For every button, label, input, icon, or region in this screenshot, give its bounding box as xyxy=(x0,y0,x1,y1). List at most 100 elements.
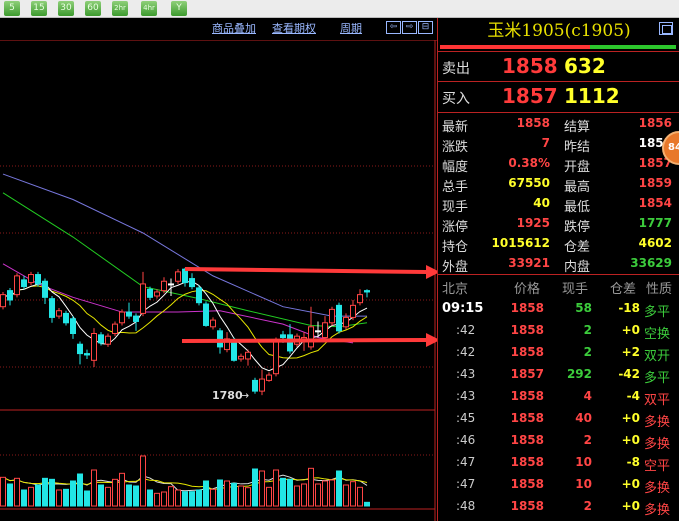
stat-label: 涨跌 xyxy=(442,140,469,155)
ask-label: 卖出 xyxy=(442,61,470,77)
stat-value: 1925 xyxy=(516,216,550,230)
candle-body xyxy=(238,355,244,360)
volume-bar xyxy=(231,482,237,507)
tick-price: 1858 xyxy=(510,433,544,447)
period-5-button[interactable]: 5 xyxy=(4,1,20,16)
candle-body xyxy=(119,311,125,324)
stat-label: 涨停 xyxy=(442,220,469,235)
period-30-button[interactable]: 30 xyxy=(58,1,74,16)
candle-body xyxy=(245,351,251,360)
tick-type: 多平 xyxy=(644,371,671,386)
tick-volume: 40 xyxy=(575,411,592,425)
volume-bar xyxy=(105,486,111,507)
tick-price: 1858 xyxy=(510,323,544,337)
volume-bar xyxy=(70,480,76,507)
tick-type: 多换 xyxy=(644,415,671,430)
candle-body xyxy=(98,334,104,344)
period-link[interactable]: 周期 xyxy=(340,20,362,36)
volume-bar xyxy=(273,469,279,507)
stat-value: 0.38% xyxy=(508,156,550,170)
stat-label: 外盘 xyxy=(442,260,469,275)
candle-body xyxy=(231,339,237,361)
candle-body xyxy=(259,378,265,392)
tick-price: 1858 xyxy=(510,499,544,513)
candle-body xyxy=(336,304,342,332)
tick-oi-change: +2 xyxy=(621,345,640,359)
candle-body xyxy=(287,334,293,352)
tick-row: :42 1858 2 +0 空换 xyxy=(438,320,679,342)
stat-row: 总手 67550 最高 1859 xyxy=(438,176,679,196)
stat-row: 外盘 33921 内盘 33629 xyxy=(438,256,679,276)
stat-label: 最低 xyxy=(564,200,591,215)
volume-bar xyxy=(287,478,293,507)
candle-body xyxy=(196,287,202,304)
volume-bar xyxy=(280,477,286,507)
stat-label: 最高 xyxy=(564,180,591,195)
stat-value: 1854 xyxy=(638,196,672,210)
volume-bar xyxy=(322,480,328,507)
volume-bar xyxy=(196,489,202,507)
tick-oi-change: +0 xyxy=(621,499,640,513)
header-oi-change: 仓差 xyxy=(610,282,637,297)
header-price: 价格 xyxy=(514,282,541,297)
stat-row: 幅度 0.38% 开盘 1857 xyxy=(438,156,679,176)
tick-volume: 292 xyxy=(566,367,592,381)
volume-bar xyxy=(315,483,321,507)
volume-bar xyxy=(0,476,6,507)
period-15-button[interactable]: 15 xyxy=(31,1,47,16)
candle-body xyxy=(161,280,167,292)
tick-price: 1857 xyxy=(510,367,544,381)
bid-price: 1857 xyxy=(502,84,558,108)
tick-time: :46 xyxy=(456,433,476,447)
volume-bar xyxy=(210,488,216,507)
volume-bar xyxy=(189,491,195,507)
volume-bar xyxy=(63,488,69,507)
volume-bar xyxy=(357,486,363,507)
overlay-link[interactable]: 商品叠加 xyxy=(212,20,256,36)
tick-time: :48 xyxy=(456,499,476,513)
tick-price: 1858 xyxy=(510,389,544,403)
maximize-icon[interactable] xyxy=(659,22,673,35)
stats-table: 最新 1858 结算 1856 涨跌 7 昨结 1851 幅度 0.38% 开盘 1… xyxy=(438,112,679,276)
candle-body xyxy=(28,274,34,284)
tick-time: :42 xyxy=(456,345,476,359)
tick-time: :47 xyxy=(456,477,476,491)
period-4hr-button[interactable]: 4hr xyxy=(141,1,157,16)
stat-value: 1777 xyxy=(638,216,672,230)
candle-body xyxy=(70,318,76,335)
tick-volume: 2 xyxy=(583,499,592,513)
period-60-button[interactable]: 60 xyxy=(85,1,101,16)
candle-body xyxy=(56,310,62,317)
volume-bar xyxy=(266,486,272,507)
tick-volume: 58 xyxy=(575,301,592,315)
candle-body xyxy=(203,303,209,326)
tick-row: :43 1857 292 -42 多平 xyxy=(438,364,679,386)
bid-volume: 1112 xyxy=(564,84,620,108)
stat-value: 40 xyxy=(533,196,550,210)
tick-volume: 2 xyxy=(583,323,592,337)
volume-bar xyxy=(301,483,307,507)
ask-price: 1858 xyxy=(502,54,558,78)
tick-oi-change: +0 xyxy=(621,477,640,491)
tick-row: :45 1858 40 +0 多换 xyxy=(438,408,679,430)
period-toolbar: 5 15 30 60 2hr 4hr Y xyxy=(0,0,679,18)
layout-toggle-icon[interactable]: ⊟ xyxy=(418,21,433,34)
tick-oi-change: +0 xyxy=(621,323,640,337)
volume-bar xyxy=(77,473,83,507)
arrow-left-icon[interactable]: ⇦ xyxy=(386,21,401,34)
period-y-button[interactable]: Y xyxy=(171,1,187,16)
candle-body xyxy=(252,379,258,392)
kline-chart[interactable]: 1780 → xyxy=(0,40,437,521)
tick-header: 北京 价格 现手 仓差 性质 xyxy=(438,274,679,297)
tick-type: 多换 xyxy=(644,481,671,496)
options-link[interactable]: 查看期权 xyxy=(272,20,316,36)
volume-bar xyxy=(154,492,160,507)
volume-bar xyxy=(21,489,27,507)
volume-bar xyxy=(329,479,335,507)
tick-volume: 4 xyxy=(583,389,592,403)
period-2hr-button[interactable]: 2hr xyxy=(112,1,128,16)
stat-value: 33921 xyxy=(508,256,550,270)
tick-row: :46 1858 2 +0 多换 xyxy=(438,430,679,452)
stat-row: 涨停 1925 跌停 1777 xyxy=(438,216,679,236)
arrow-right-icon[interactable]: ⇨ xyxy=(402,21,417,34)
